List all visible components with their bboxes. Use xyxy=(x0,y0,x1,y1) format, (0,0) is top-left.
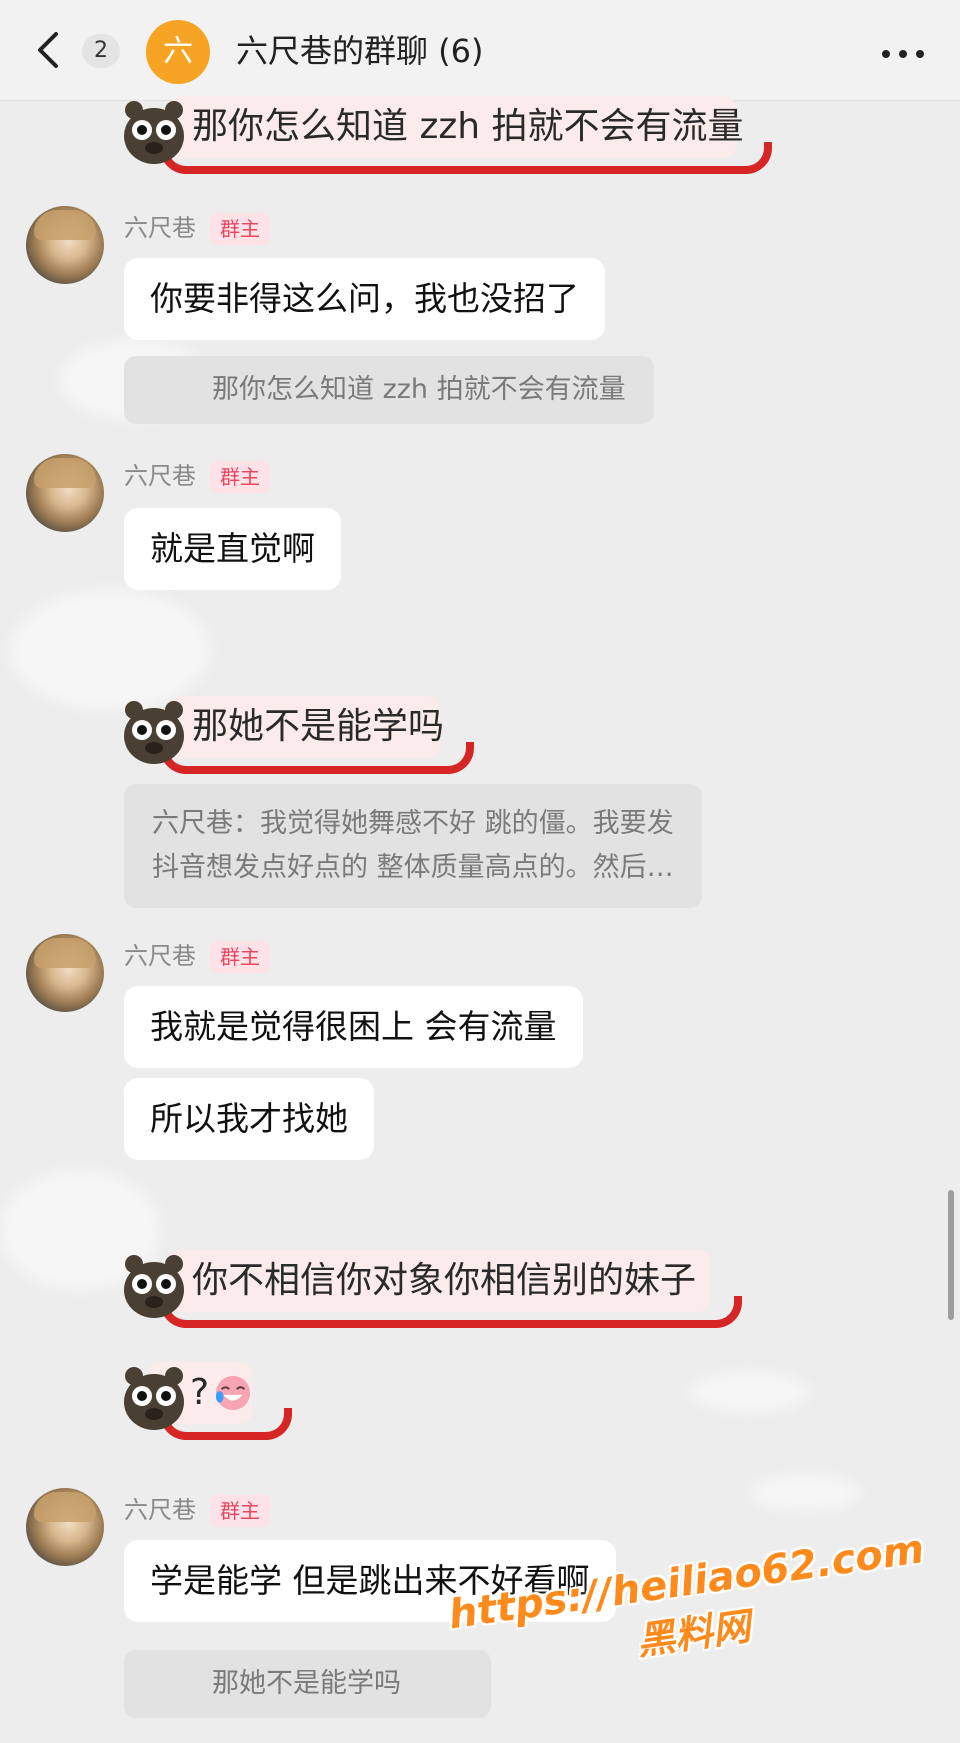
cry-laugh-emoji-icon xyxy=(215,1375,251,1411)
avatar[interactable] xyxy=(26,454,104,532)
message-bubble[interactable]: 你要非得这么问，我也没招了 xyxy=(124,258,605,340)
group-avatar[interactable]: 六 xyxy=(146,20,210,84)
sticker-text: 那她不是能学吗 xyxy=(192,706,445,747)
scrollbar[interactable] xyxy=(948,1190,954,1320)
avatar[interactable] xyxy=(26,1488,104,1566)
censor-blob xyxy=(10,590,210,710)
sender-name: 六尺巷 xyxy=(124,214,196,242)
unread-count-badge[interactable]: 2 xyxy=(82,34,120,68)
censor-blob xyxy=(750,1475,860,1511)
sticker-text: ? xyxy=(190,1372,210,1413)
sticker-text: 你不相信你对象你相信别的妹子 xyxy=(192,1260,697,1301)
sticker-message[interactable]: ? xyxy=(120,1362,292,1452)
bear-sticker-icon xyxy=(124,1367,184,1430)
sticker-message[interactable]: 那你怎么知道 zzh 拍就不会有流量 xyxy=(120,96,780,186)
owner-badge: 群主 xyxy=(210,213,270,245)
sender-name: 六尺巷 xyxy=(124,462,196,490)
chat-header: 2 六 六尺巷的群聊 (6) xyxy=(0,0,960,101)
quoted-message[interactable]: 六尺巷：我觉得她舞感不好 跳的僵。我要发 抖音想发点好点的 整体质量高点的。然后… xyxy=(124,784,702,908)
page-title: 六尺巷的群聊 (6) xyxy=(236,32,484,70)
sticker-text: 那你怎么知道 zzh 拍就不会有流量 xyxy=(192,106,744,147)
quote-line: 六尺巷：我觉得她舞感不好 跳的僵。我要发 xyxy=(152,808,674,839)
message-bubble[interactable]: 所以我才找她 xyxy=(124,1078,374,1160)
message-bubble[interactable]: 我就是觉得很困上 会有流量 xyxy=(124,986,583,1068)
sender-name: 六尺巷 xyxy=(124,942,196,970)
bear-sticker-icon xyxy=(124,1255,184,1318)
quoted-message[interactable]: 那你怎么知道 zzh 拍就不会有流量 xyxy=(124,356,654,424)
more-horizontal-icon[interactable] xyxy=(878,34,928,70)
sender-name: 六尺巷 xyxy=(124,1496,196,1524)
quoted-message[interactable]: 那她不是能学吗 xyxy=(124,1650,491,1718)
quote-line: 抖音想发点好点的 整体质量高点的。然后… xyxy=(152,852,674,883)
owner-badge: 群主 xyxy=(210,941,270,973)
owner-badge: 群主 xyxy=(210,1495,270,1527)
message-bubble[interactable]: 就是直觉啊 xyxy=(124,508,341,590)
bear-sticker-icon xyxy=(124,101,184,164)
avatar[interactable] xyxy=(26,206,104,284)
censor-blob xyxy=(690,1372,810,1412)
avatar[interactable] xyxy=(26,934,104,1012)
chevron-left-icon[interactable] xyxy=(30,26,70,74)
bear-sticker-icon xyxy=(124,701,184,764)
owner-badge: 群主 xyxy=(210,461,270,493)
sticker-message[interactable]: 你不相信你对象你相信别的妹子 xyxy=(120,1250,742,1340)
sticker-message[interactable]: 那她不是能学吗 xyxy=(120,696,480,786)
